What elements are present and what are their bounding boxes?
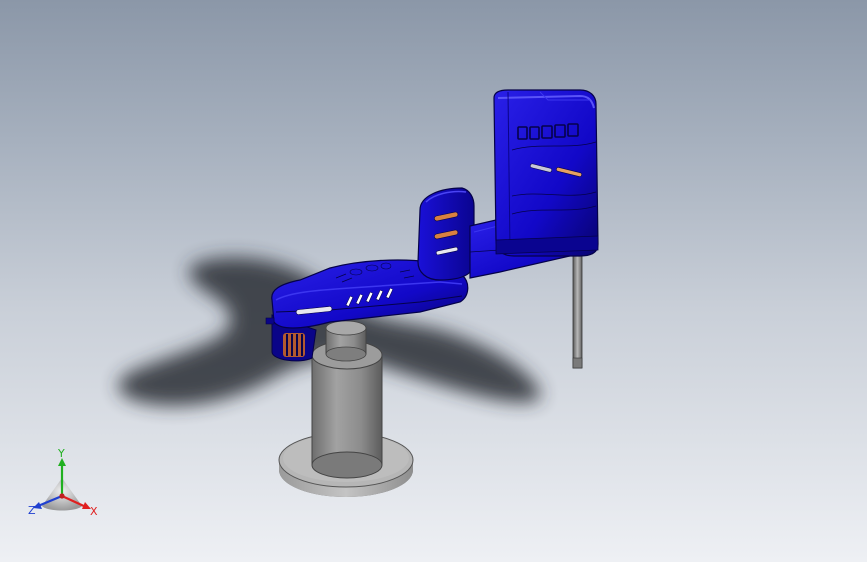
orientation-triad[interactable]: Y X Z (22, 448, 112, 528)
base-column (311, 320, 383, 479)
x-axis-label: X (90, 505, 98, 518)
y-axis-label: Y (58, 447, 65, 460)
z-axis-shaft (572, 249, 583, 369)
z-axis-label: Z (28, 504, 36, 517)
robot-model-scene[interactable] (0, 0, 867, 562)
cad-viewport[interactable]: Y X Z (0, 0, 867, 562)
elbow-joint (417, 187, 475, 281)
z-axis-head (493, 89, 599, 257)
